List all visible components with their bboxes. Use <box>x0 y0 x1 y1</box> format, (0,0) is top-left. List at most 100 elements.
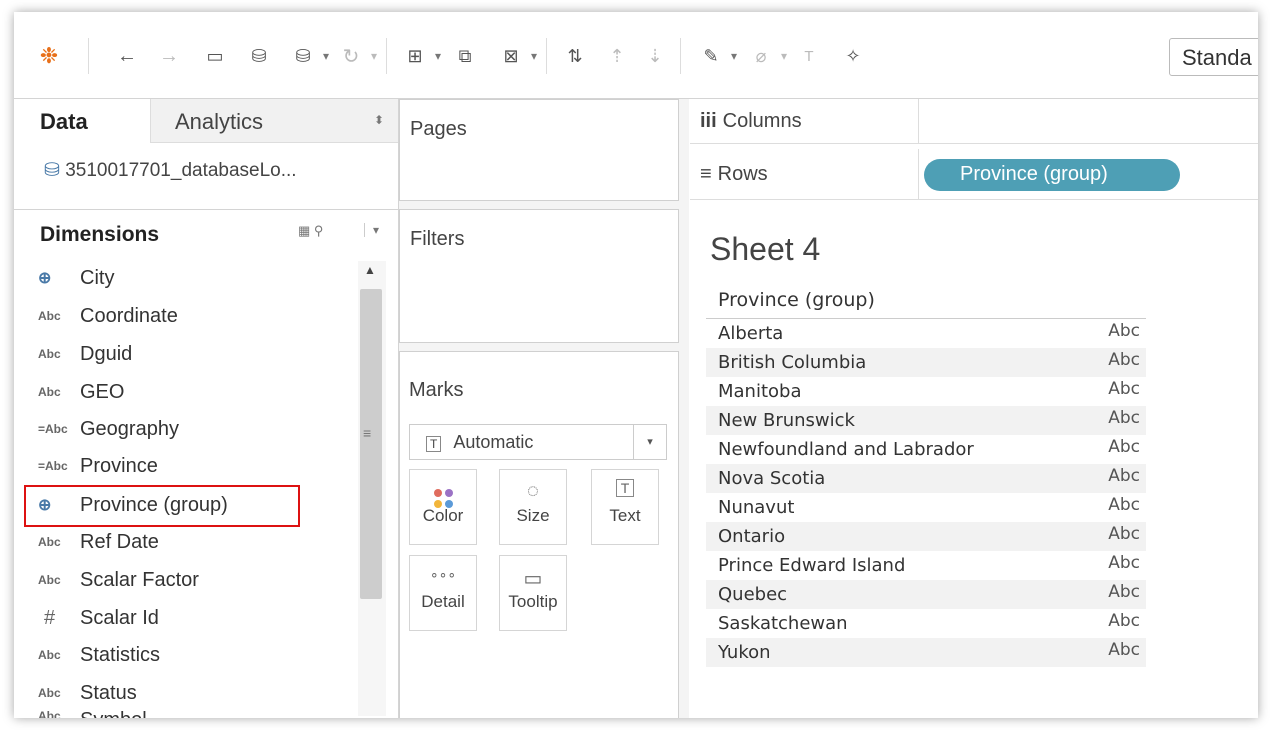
highlight-icon[interactable]: ✎ <box>698 42 724 70</box>
row-value: Abc <box>1108 321 1140 341</box>
table-row[interactable]: New Brunswick Abc <box>706 406 1146 435</box>
table-row[interactable]: Saskatchewan Abc <box>706 609 1146 638</box>
row-label: Nova Scotia <box>718 468 826 489</box>
calculated-string-field-icon: =Abc <box>38 459 68 473</box>
string-field-icon: Abc <box>38 686 61 700</box>
size-button[interactable]: ◌ Size <box>499 469 567 545</box>
dimensions-title: Dimensions <box>40 223 160 246</box>
undo-icon[interactable]: ← <box>114 42 140 70</box>
color-label: Color <box>422 506 464 525</box>
table-row[interactable]: Alberta Abc <box>706 319 1146 348</box>
table-row[interactable]: Nova Scotia Abc <box>706 464 1146 493</box>
table-row[interactable]: Newfoundland and Labrador Abc <box>706 435 1146 464</box>
search-icon[interactable]: ⚲ <box>314 223 324 238</box>
text-mark-icon: T <box>426 436 442 452</box>
tableau-logo-icon[interactable]: ❉ <box>36 42 62 70</box>
row-value: Abc <box>1108 350 1140 370</box>
sort-descending-icon[interactable]: ⇣ <box>642 42 668 70</box>
text-button[interactable]: T Text <box>591 469 659 545</box>
highlight-dropdown-icon[interactable]: ▾ <box>728 42 740 70</box>
refresh-dropdown-icon[interactable]: ▾ <box>368 42 380 70</box>
duplicate-sheet-icon[interactable]: ⧉ <box>452 42 478 70</box>
row-label: Ontario <box>718 526 786 547</box>
redo-icon[interactable]: → <box>156 42 182 70</box>
datasource-item[interactable]: ⛁ 3510017701_databaseLo... <box>44 159 297 182</box>
view-size-select[interactable]: Standa <box>1169 38 1258 76</box>
clear-dropdown-icon[interactable]: ▾ <box>528 42 540 70</box>
fix-axes-icon[interactable]: ✧ <box>840 42 866 70</box>
show-mark-labels-icon[interactable]: T <box>796 42 822 70</box>
geo-field-icon: ⊕ <box>38 270 52 287</box>
field-label: Geography <box>80 417 179 440</box>
field-dguid[interactable]: Abc Dguid <box>38 337 132 371</box>
view-cards-icon[interactable]: ▦ <box>298 223 310 238</box>
table-row[interactable]: Manitoba Abc <box>706 377 1146 406</box>
rows-pill[interactable]: Province (group) <box>924 159 1180 191</box>
swap-rows-columns-icon[interactable]: ⇅ <box>562 42 588 70</box>
table-row[interactable]: British Columbia Abc <box>706 348 1146 377</box>
string-field-icon: Abc <box>38 648 61 662</box>
field-coordinate[interactable]: Abc Coordinate <box>38 299 178 333</box>
mark-type-select[interactable]: T Automatic ▾ <box>409 424 667 460</box>
sort-ascending-icon[interactable]: ⇡ <box>604 42 630 70</box>
field-symbol[interactable]: Abc Symbol <box>38 709 147 718</box>
chevron-down-icon[interactable]: ▾ <box>633 425 666 459</box>
field-province[interactable]: =Abc Province <box>38 449 158 483</box>
columns-shelf[interactable]: iii Columns <box>690 99 1258 144</box>
field-city[interactable]: ⊕ City <box>38 261 114 295</box>
detail-button[interactable]: ∘∘∘ Detail <box>409 555 477 631</box>
clear-sheet-icon[interactable]: ⊠ <box>498 42 524 70</box>
pages-card[interactable]: Pages <box>399 99 679 201</box>
data-pane: Data Analytics ⬍ ⛁ 3510017701_databaseLo… <box>14 99 399 718</box>
text-label: Text <box>609 506 641 525</box>
rows-label: ≡ Rows <box>700 163 768 186</box>
table-header[interactable]: Province (group) <box>718 289 875 311</box>
save-icon[interactable]: ▭ <box>202 42 228 70</box>
pause-dropdown-icon[interactable]: ▾ <box>320 42 332 70</box>
string-field-icon: Abc <box>38 573 61 587</box>
scrollbar-thumb[interactable] <box>360 289 382 599</box>
group-dropdown-icon[interactable]: ▾ <box>778 42 790 70</box>
field-scalar-id[interactable]: # Scalar Id <box>38 601 159 635</box>
table-row[interactable]: Ontario Abc <box>706 522 1146 551</box>
field-label: Dguid <box>80 342 133 365</box>
new-worksheet-dropdown-icon[interactable]: ▾ <box>432 42 444 70</box>
tab-data[interactable]: Data <box>14 99 150 143</box>
dimensions-menu-icon[interactable]: ▾ <box>364 223 379 237</box>
field-ref-date[interactable]: Abc Ref Date <box>38 525 159 559</box>
group-members-icon[interactable]: ⌀ <box>748 42 774 70</box>
row-value: Abc <box>1108 611 1140 631</box>
tab-analytics[interactable]: Analytics ⬍ <box>150 99 398 143</box>
table-row[interactable]: Yukon Abc <box>706 638 1146 667</box>
refresh-icon[interactable]: ↻ <box>338 42 364 70</box>
datasource-label: 3510017701_databaseLo... <box>65 160 297 181</box>
pane-toggle-icon[interactable]: ⬍ <box>374 113 384 127</box>
field-label: Statistics <box>80 643 161 666</box>
field-statistics[interactable]: Abc Statistics <box>38 638 160 672</box>
calculated-string-field-icon: =Abc <box>38 422 68 436</box>
pause-updates-icon[interactable]: ⛁ <box>290 42 316 70</box>
scroll-up-icon[interactable]: ▲ <box>364 263 376 277</box>
color-button[interactable]: Color <box>409 469 477 545</box>
field-scalar-factor[interactable]: Abc Scalar Factor <box>38 563 199 597</box>
dimension-tools: ▦ ⚲ <box>298 223 323 239</box>
tooltip-button[interactable]: ▭ Tooltip <box>499 555 567 631</box>
table-row[interactable]: Nunavut Abc <box>706 493 1146 522</box>
table-row[interactable]: Quebec Abc <box>706 580 1146 609</box>
view-area: iii Columns ≡ Rows Province (group) Sheet … <box>690 99 1258 718</box>
row-label: Nunavut <box>718 497 795 518</box>
field-geography[interactable]: =Abc Geography <box>38 412 179 446</box>
filters-card[interactable]: Filters <box>399 209 679 343</box>
tooltip-label: Tooltip <box>508 592 558 611</box>
row-value: Abc <box>1108 379 1140 399</box>
scrollbar-grip-icon: ≡ <box>363 425 372 441</box>
tab-analytics-label: Analytics <box>175 109 264 134</box>
row-value: Abc <box>1108 640 1140 660</box>
row-label: Quebec <box>718 584 788 605</box>
new-worksheet-icon[interactable]: ⊞ <box>402 42 428 70</box>
field-status[interactable]: Abc Status <box>38 676 137 710</box>
table-row[interactable]: Prince Edward Island Abc <box>706 551 1146 580</box>
field-geo[interactable]: Abc GEO <box>38 375 124 409</box>
new-datasource-icon[interactable]: ⛁ <box>246 42 272 70</box>
highlight-box <box>24 485 300 527</box>
